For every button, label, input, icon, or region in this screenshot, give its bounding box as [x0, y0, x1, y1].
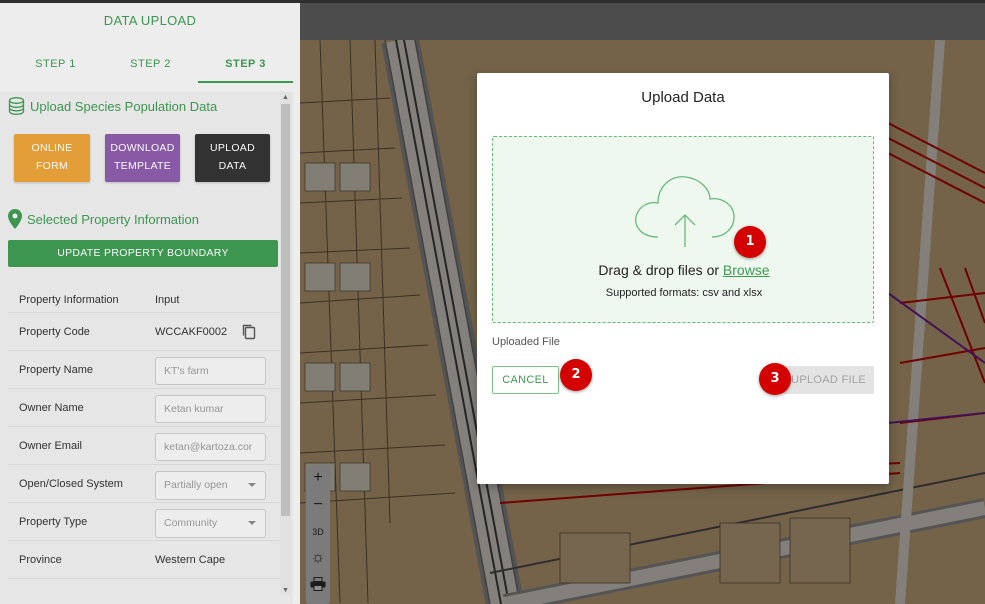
upload-data-modal: Upload Data Drag & drop files or Browse …	[477, 73, 889, 484]
sidebar-backdrop	[0, 3, 300, 604]
supported-formats: Supported formats: csv and xlsx	[605, 287, 763, 299]
drop-instructions: Drag & drop files or Browse	[493, 262, 875, 278]
cloud-upload-icon	[630, 165, 740, 255]
annotation-badge-3: 3	[759, 363, 791, 395]
upload-file-button[interactable]: UPLOAD FILE	[783, 366, 874, 394]
file-dropzone[interactable]: Drag & drop files or Browse Supported fo…	[492, 136, 874, 323]
annotation-badge-2: 2	[560, 359, 592, 391]
cancel-button[interactable]: CANCEL	[492, 366, 559, 394]
modal-title: Upload Data	[641, 89, 725, 106]
browse-link[interactable]: Browse	[723, 262, 770, 278]
drop-text: Drag & drop files or	[598, 262, 723, 278]
annotation-badge-1: 1	[734, 226, 766, 258]
uploaded-file-label: Uploaded File	[492, 336, 560, 348]
